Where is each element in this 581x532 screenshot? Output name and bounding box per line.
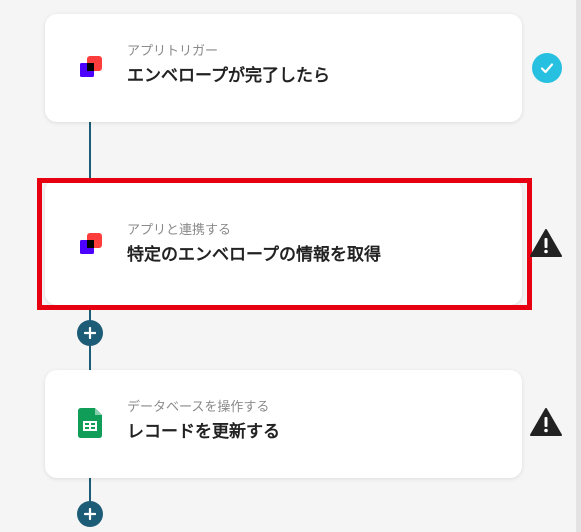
- plus-icon: [83, 324, 97, 343]
- flow-step-update-record[interactable]: データベースを操作する レコードを更新する: [45, 370, 522, 478]
- docusign-icon: [78, 54, 104, 80]
- flow-connector: [89, 345, 91, 370]
- step-title: エンベロープが完了したら: [127, 66, 330, 86]
- flow-step-trigger[interactable]: アプリトリガー エンベロープが完了したら: [45, 14, 522, 122]
- add-step-button[interactable]: [77, 320, 103, 346]
- step-title: レコードを更新する: [127, 422, 280, 442]
- step-category: アプリトリガー: [127, 44, 219, 59]
- flow-step-get-envelope[interactable]: アプリと連携する 特定のエンベロープの情報を取得: [45, 179, 522, 305]
- step-category: データベースを操作する: [127, 400, 270, 415]
- check-icon: [532, 53, 562, 83]
- add-step-button[interactable]: [77, 501, 103, 527]
- step-title: 特定のエンベロープの情報を取得: [127, 245, 381, 265]
- plus-icon: [83, 505, 97, 524]
- right-edge: [576, 0, 581, 532]
- warning-icon: [530, 228, 562, 258]
- docusign-icon: [78, 231, 104, 257]
- step-category: アプリと連携する: [127, 223, 232, 238]
- google-sheets-icon: [78, 408, 104, 438]
- warning-icon: [530, 407, 562, 437]
- flow-connector: [89, 122, 91, 178]
